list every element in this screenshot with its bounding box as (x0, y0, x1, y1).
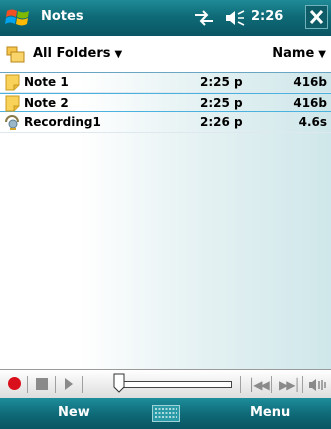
folder-icon (6, 46, 25, 63)
divider (240, 376, 241, 393)
file-time: 2:25 p (200, 75, 243, 89)
playback-slider[interactable] (116, 381, 232, 388)
recorder-toolbar: │◀◀ ▶▶│ (0, 369, 331, 399)
slider-handle[interactable] (113, 373, 125, 393)
softkey-bar: New Menu (0, 398, 331, 429)
note-icon (5, 74, 20, 91)
title-bar: Notes 2:26 (0, 0, 331, 36)
close-button[interactable] (305, 5, 328, 29)
sort-dropdown[interactable]: Name ▼ (272, 46, 326, 61)
new-button[interactable]: New (58, 405, 90, 420)
volume-icon[interactable] (308, 378, 328, 392)
file-size: 416b (293, 96, 327, 110)
stop-icon[interactable] (36, 378, 48, 390)
list-item[interactable]: Recording1 2:26 p 4.6s (0, 113, 331, 133)
chevron-down-icon: ▼ (318, 49, 326, 60)
close-icon (309, 9, 324, 25)
menu-button[interactable]: Menu (250, 405, 290, 420)
file-name: Recording1 (24, 115, 101, 129)
skip-back-icon[interactable]: │◀◀ (248, 378, 270, 392)
file-size: 416b (293, 75, 327, 89)
app-title: Notes (41, 9, 84, 24)
sort-label: Name (272, 46, 315, 61)
recording-icon (5, 115, 19, 130)
clock: 2:26 (251, 9, 284, 24)
folder-label: All Folders (33, 46, 111, 61)
file-time: 2:26 p (200, 115, 243, 129)
file-name: Note 1 (24, 75, 69, 89)
note-icon (5, 95, 20, 112)
folder-header: All Folders ▼ Name ▼ (0, 36, 331, 73)
record-icon[interactable] (8, 377, 21, 390)
folder-dropdown[interactable]: All Folders ▼ (33, 46, 122, 61)
file-list: Note 1 2:25 p 416b Note 2 2:25 p 416b Re… (0, 73, 331, 369)
divider (27, 376, 28, 393)
divider (271, 376, 272, 393)
list-item[interactable]: Note 1 2:25 p 416b (0, 73, 331, 93)
list-item[interactable]: Note 2 2:25 p 416b (0, 93, 331, 112)
file-size: 4.6s (298, 115, 327, 129)
divider (302, 376, 303, 393)
divider (55, 376, 56, 393)
connectivity-icon[interactable] (192, 9, 216, 27)
skip-forward-icon[interactable]: ▶▶│ (279, 378, 301, 392)
speaker-icon[interactable] (224, 9, 246, 27)
keyboard-icon[interactable] (152, 405, 180, 422)
file-name: Note 2 (24, 96, 69, 110)
chevron-down-icon: ▼ (114, 49, 123, 60)
divider (82, 376, 83, 393)
windows-flag-icon[interactable] (3, 3, 33, 33)
file-time: 2:25 p (200, 96, 243, 110)
play-icon[interactable] (65, 378, 73, 390)
